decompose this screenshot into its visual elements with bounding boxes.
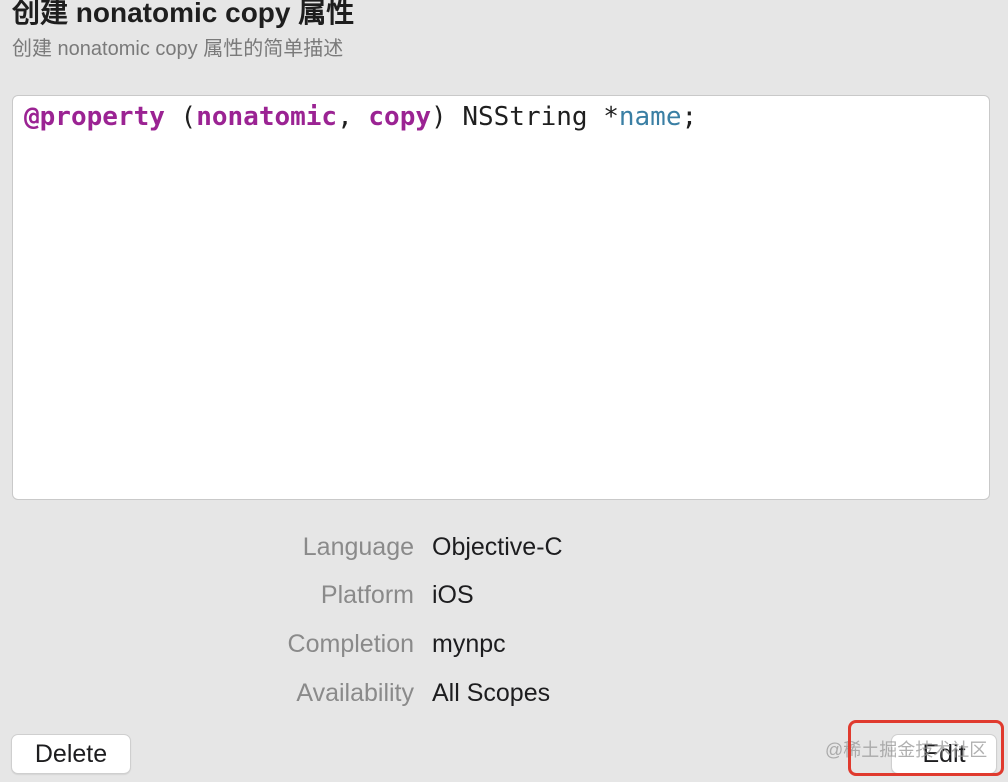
- language-value[interactable]: Objective-C: [432, 527, 563, 567]
- snippet-description: 创建 nonatomic copy 属性的简单描述: [12, 38, 344, 60]
- edit-button[interactable]: Edit: [891, 734, 997, 774]
- platform-value[interactable]: iOS: [432, 575, 474, 615]
- platform-label: Platform: [320, 581, 414, 609]
- code-identifier-name: name: [618, 102, 682, 132]
- code-type: ) NSString *: [431, 102, 619, 132]
- code-semicolon: ;: [681, 102, 698, 132]
- code-keyword-property: @property: [24, 102, 165, 132]
- completion-value[interactable]: mynpc: [432, 624, 506, 664]
- platform-row: Platform iOS: [0, 575, 1008, 615]
- completion-row: Completion mynpc: [0, 624, 1008, 664]
- snippet-title: 创建 nonatomic copy 属性: [12, 0, 355, 28]
- code-editor[interactable]: @property (nonatomic, copy) NSString *na…: [12, 95, 990, 500]
- language-row: Language Objective-C: [0, 527, 1008, 567]
- code-comma: ,: [337, 102, 369, 132]
- availability-row: Availability All Scopes: [0, 673, 1008, 713]
- availability-value[interactable]: All Scopes: [432, 673, 550, 713]
- code-open-paren: (: [180, 102, 197, 132]
- delete-button[interactable]: Delete: [11, 734, 131, 774]
- code-line: @property (nonatomic, copy) NSString *na…: [24, 100, 697, 134]
- availability-label: Availability: [296, 679, 414, 707]
- completion-label: Completion: [287, 630, 414, 658]
- code-keyword-copy: copy: [368, 102, 432, 132]
- language-label: Language: [302, 533, 414, 561]
- code-keyword-nonatomic: nonatomic: [196, 102, 338, 132]
